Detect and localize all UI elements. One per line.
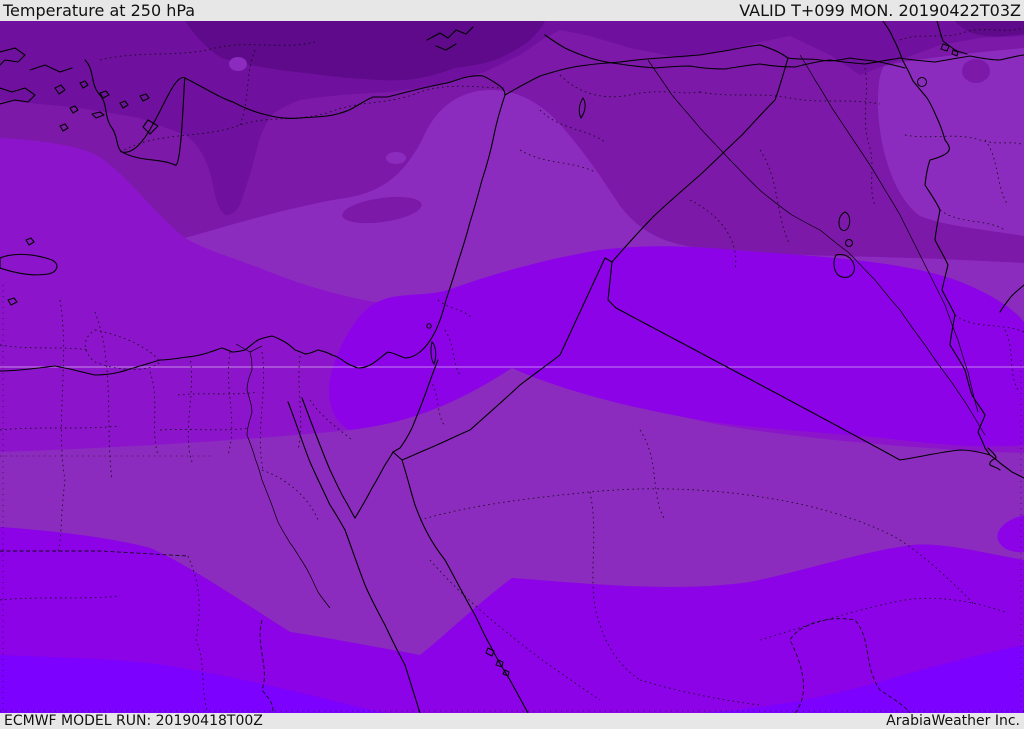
blob-cool-ne bbox=[962, 59, 990, 83]
blob-mild-syria bbox=[386, 152, 406, 164]
model-run-label: ECMWF MODEL RUN: 20190418T00Z bbox=[4, 713, 263, 729]
weather-map bbox=[0, 21, 1024, 713]
title-bar: Temperature at 250 hPa VALID T+099 MON. … bbox=[0, 0, 1024, 21]
map-title: Temperature at 250 hPa bbox=[3, 0, 196, 20]
valid-time-label: VALID T+099 MON. 20190422T03Z bbox=[739, 0, 1021, 20]
status-bar: ECMWF MODEL RUN: 20190418T00Z ArabiaWeat… bbox=[0, 713, 1024, 729]
blob-mild-small-1 bbox=[229, 57, 247, 71]
provider-label: ArabiaWeather Inc. bbox=[886, 713, 1020, 729]
